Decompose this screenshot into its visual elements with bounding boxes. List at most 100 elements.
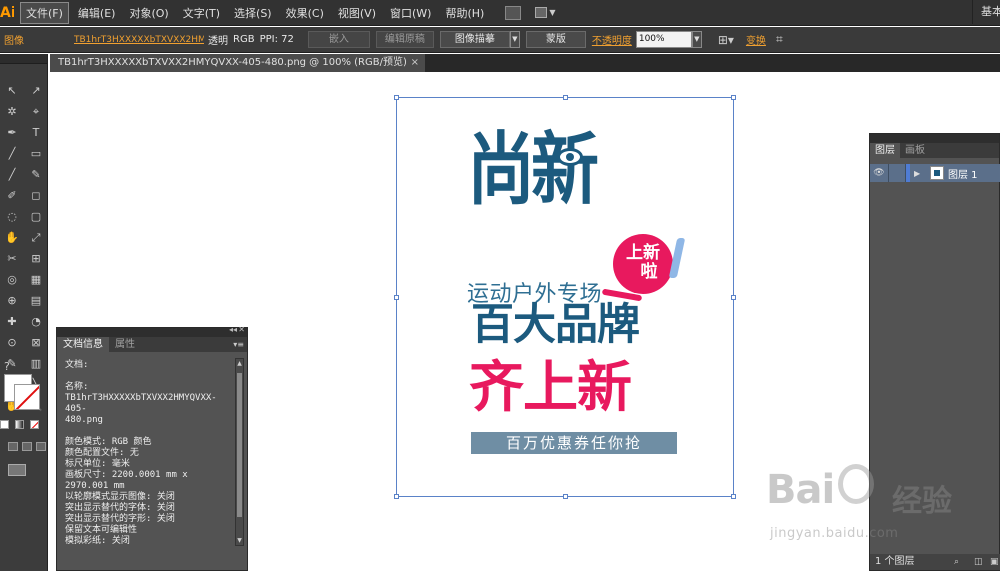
mask-button[interactable]: 蒙版 (525, 31, 586, 48)
tool-button-12-icon[interactable]: ◌ (0, 206, 24, 227)
tool-button-20-icon[interactable]: ⊕ (0, 290, 24, 311)
menu-window[interactable]: 窗口(W) (385, 3, 436, 23)
make-clip-mask-icon[interactable]: ◫ (974, 554, 983, 570)
menu-file[interactable]: 文件(F) (20, 1, 69, 24)
draw-inside-icon[interactable] (36, 442, 46, 451)
collapse-icon[interactable]: ◂◂ (229, 325, 237, 334)
tool-button-21-icon[interactable]: ▤ (24, 290, 48, 311)
panel-menu-icon[interactable]: ▾≡ (233, 337, 244, 352)
isolate-icon[interactable]: ⌗ (776, 32, 783, 47)
tab-attributes[interactable]: 属性 (109, 337, 141, 352)
resize-handle-s[interactable] (563, 494, 568, 499)
tool-button-5-icon[interactable]: T (24, 122, 48, 143)
stroke-swatch[interactable] (14, 384, 40, 410)
close-icon[interactable]: × (411, 54, 419, 72)
tool-button-25-icon[interactable]: ⊠ (24, 332, 48, 353)
menu-edit[interactable]: 编辑(E) (73, 3, 121, 23)
tab-artboards[interactable]: 画板 (900, 143, 930, 158)
color-icon[interactable] (0, 420, 9, 429)
embed-button[interactable]: 嵌入 (307, 31, 370, 48)
resize-handle-n[interactable] (563, 95, 568, 100)
layers-panel-header[interactable] (870, 134, 999, 143)
workspace-switcher[interactable]: 基本功 (972, 0, 1000, 24)
layer-row[interactable]: 👁 ▶ 图层 1 (870, 164, 1000, 182)
tool-button-18-icon[interactable]: ◎ (0, 269, 24, 290)
docinfo-panel-header[interactable]: ◂◂ ✕ (57, 325, 247, 337)
scroll-down-icon[interactable]: ▼ (236, 537, 243, 544)
image-trace-button[interactable]: 图像描摹 (439, 31, 510, 48)
expand-arrow-icon[interactable]: ▶ (914, 169, 926, 178)
resize-handle-w[interactable] (394, 295, 399, 300)
edit-original-button[interactable]: 编辑原稿 (375, 31, 434, 48)
object-type-label[interactable]: 图像 (4, 32, 74, 47)
tab-layers[interactable]: 图层 (870, 143, 900, 158)
tool-button-9-icon[interactable]: ✎ (24, 164, 48, 185)
help-icon[interactable]: ? (4, 360, 10, 373)
visibility-eye-icon[interactable]: 👁 (870, 168, 888, 178)
tool-button-19-icon[interactable]: ▦ (24, 269, 48, 290)
resize-handle-e[interactable] (731, 295, 736, 300)
draw-behind-icon[interactable] (22, 442, 32, 451)
tool-button-1-icon[interactable]: ↗ (24, 80, 48, 101)
docinfo-line: 颜色配置文件: 无 (65, 448, 139, 458)
screen-mode-icon[interactable] (8, 464, 26, 476)
scroll-thumb[interactable] (237, 373, 242, 517)
none-icon[interactable] (30, 420, 39, 429)
locate-object-icon[interactable]: ⌕ (954, 554, 959, 570)
scroll-up-icon[interactable]: ▲ (236, 360, 243, 367)
tool-button-15-icon[interactable]: ⤢ (24, 227, 48, 248)
menu-help[interactable]: 帮助(H) (440, 3, 489, 23)
tool-button-16-icon[interactable]: ✂ (0, 248, 24, 269)
tool-button-23-icon[interactable]: ◔ (24, 311, 48, 332)
resize-handle-sw[interactable] (394, 494, 399, 499)
tool-button-22-icon[interactable]: ✚ (0, 311, 24, 332)
arrange-documents-icon[interactable]: ▼ (535, 6, 557, 20)
opacity-field[interactable]: 100% (635, 31, 692, 48)
lock-toggle[interactable] (888, 164, 906, 182)
resize-handle-nw[interactable] (394, 95, 399, 100)
tool-button-0-icon[interactable]: ↖ (0, 80, 24, 101)
menu-effect[interactable]: 效果(C) (281, 3, 329, 23)
selection-bounding-box[interactable] (394, 95, 736, 499)
bridge-icon[interactable] (505, 5, 522, 20)
docinfo-scrollbar[interactable]: ▲ ▼ (235, 358, 244, 546)
draw-normal-icon[interactable] (8, 442, 18, 451)
tool-button-3-icon[interactable]: ⌖ (24, 101, 48, 122)
tool-button-11-icon[interactable]: ◻ (24, 185, 48, 206)
tool-button-27-icon[interactable]: ▥ (24, 353, 48, 374)
transform-label[interactable]: 变换 (746, 32, 766, 47)
menu-select[interactable]: 选择(S) (229, 3, 277, 23)
panel-close-icon[interactable]: ✕ (238, 325, 245, 334)
docinfo-line: 2970.001 mm (65, 481, 125, 491)
tool-button-7-icon[interactable]: ▭ (24, 143, 48, 164)
menu-view[interactable]: 视图(V) (333, 3, 381, 23)
tools-panel-header[interactable] (0, 54, 47, 64)
opacity-label[interactable]: 不透明度 (592, 32, 632, 47)
tool-button-4-icon[interactable]: ✒ (0, 122, 24, 143)
tool-button-2-icon[interactable]: ✲ (0, 101, 24, 122)
menu-object[interactable]: 对象(O) (124, 3, 173, 23)
image-trace-dropdown-icon[interactable]: ▼ (509, 31, 520, 48)
linked-file-name[interactable]: TB1hrT3HXXXXXbTXVXX2HM... (74, 35, 204, 45)
tool-button-10-icon[interactable]: ✐ (0, 185, 24, 206)
document-tab[interactable]: TB1hrT3HXXXXXbTXVXX2HMYQVXX-405-480.png … (50, 54, 425, 72)
docinfo-line: 突出显示替代的字体: 关闭 (65, 503, 175, 513)
tool-button-13-icon[interactable]: ▢ (24, 206, 48, 227)
tool-button-6-icon[interactable]: ╱ (0, 143, 24, 164)
new-layer-icon[interactable]: ▣ (990, 554, 999, 570)
tool-button-24-icon[interactable]: ⊙ (0, 332, 24, 353)
tab-document-info[interactable]: 文档信息 (57, 337, 109, 352)
docinfo-line: 保留文本可编辑性 (65, 525, 138, 535)
color-swatches: ? (4, 360, 44, 414)
resize-handle-ne[interactable] (731, 95, 736, 100)
opacity-dropdown-icon[interactable]: ▼ (691, 31, 702, 48)
tool-button-8-icon[interactable]: ╱ (0, 164, 24, 185)
gradient-icon[interactable] (15, 420, 24, 429)
menu-type[interactable]: 文字(T) (178, 3, 225, 23)
resize-handle-se[interactable] (731, 494, 736, 499)
tool-button-17-icon[interactable]: ⊞ (24, 248, 48, 269)
layer-name[interactable]: 图层 1 (948, 166, 978, 181)
align-grid-icon[interactable]: ⊞▾ (718, 33, 734, 47)
watermark-text-right: 经验 (892, 484, 952, 519)
tool-button-14-icon[interactable]: ✋ (0, 227, 24, 248)
